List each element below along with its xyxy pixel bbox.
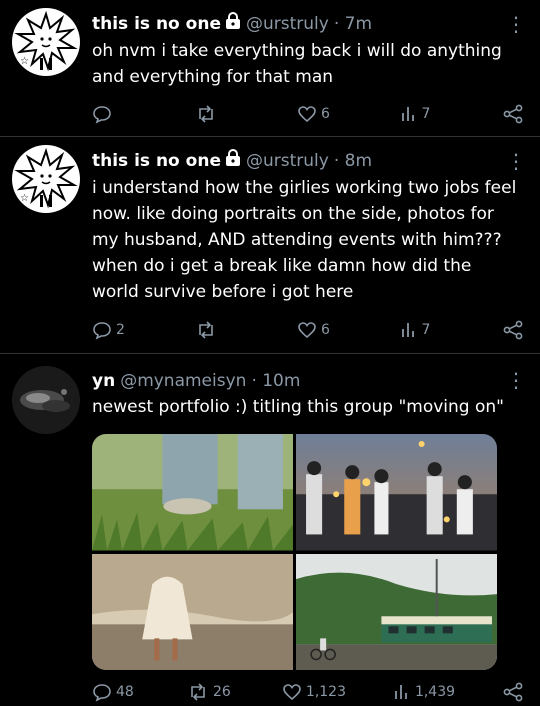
reply-count: 2	[116, 322, 125, 338]
action-bar: 2 6 7	[92, 320, 524, 340]
like-count: 6	[321, 106, 330, 122]
tweet[interactable]: ☆ this is no one @urstruly · 7m oh nvm i…	[0, 0, 540, 137]
retweet-button[interactable]	[195, 104, 243, 124]
sparklers-at-dusk-photo[interactable]	[296, 434, 497, 551]
tweet[interactable]: yn @mynameisyn · 10m newest portfolio :)…	[0, 354, 540, 706]
display-name[interactable]: this is no one	[92, 150, 221, 172]
avatar[interactable]: ☆	[12, 8, 80, 76]
heart-icon	[283, 684, 301, 701]
tweet-text: newest portfolio :) titling this group "…	[92, 397, 504, 417]
views-icon	[401, 107, 414, 121]
avatar[interactable]: ☆	[12, 145, 80, 213]
reply-icon	[93, 322, 111, 340]
timestamp[interactable]: · 7m	[334, 13, 372, 35]
view-count: 7	[421, 322, 431, 338]
tweet-text: oh nvm i take everything back i will do …	[92, 41, 502, 87]
timestamp[interactable]: · 10m	[251, 370, 300, 392]
like-count: 6	[321, 322, 330, 338]
svg-text:☆: ☆	[20, 56, 29, 67]
reply-icon	[93, 106, 111, 124]
user-handle[interactable]: @mynameisyn	[120, 370, 246, 392]
share-icon	[503, 104, 523, 124]
grass-with-legs-photo[interactable]	[92, 434, 293, 551]
svg-text:☆: ☆	[20, 193, 29, 204]
walking-on-beach-photo[interactable]	[92, 553, 293, 670]
reply-button[interactable]: 48	[92, 682, 140, 702]
views-icon	[401, 323, 414, 337]
display-name[interactable]: this is no one	[92, 13, 221, 35]
tweet-header: yn @mynameisyn · 10m	[92, 370, 522, 392]
user-handle[interactable]: @urstruly	[246, 13, 329, 35]
user-handle[interactable]: @urstruly	[246, 150, 329, 172]
views-button[interactable]: 1,439	[393, 682, 455, 702]
retweet-button[interactable]	[195, 320, 243, 340]
retweet-count: 26	[212, 684, 231, 700]
display-name[interactable]: yn	[92, 370, 115, 392]
reply-icon	[93, 684, 111, 702]
retweet-icon	[191, 683, 205, 701]
retweet-button[interactable]: 26	[187, 682, 235, 702]
lock-icon	[225, 149, 241, 173]
retweet-icon	[198, 105, 213, 123]
share-icon	[503, 320, 523, 340]
more-icon[interactable]: ⋮	[506, 14, 526, 34]
lock-icon	[225, 12, 241, 36]
views-button[interactable]: 7	[400, 320, 448, 340]
share-button[interactable]	[502, 320, 524, 340]
views-button[interactable]: 7	[400, 104, 448, 124]
more-icon[interactable]: ⋮	[506, 370, 526, 390]
avatar[interactable]	[12, 366, 80, 434]
retweet-icon	[198, 321, 213, 339]
reply-count: 48	[116, 684, 134, 700]
green-train-photo[interactable]	[296, 553, 497, 670]
tweet-header: this is no one @urstruly · 8m	[92, 149, 522, 173]
view-count: 7	[421, 106, 431, 122]
media-grid[interactable]	[92, 434, 497, 670]
heart-icon	[298, 106, 316, 123]
share-button[interactable]	[502, 104, 524, 124]
like-button[interactable]: 1,123	[282, 682, 346, 702]
action-bar: 6 7	[92, 104, 524, 124]
views-icon	[395, 685, 407, 699]
more-icon[interactable]: ⋮	[506, 151, 526, 171]
share-icon	[503, 682, 523, 702]
heart-icon	[298, 322, 316, 339]
share-button[interactable]	[502, 682, 524, 702]
action-bar: 48 26 1,123 1,439	[92, 682, 524, 702]
like-button[interactable]: 6	[297, 104, 345, 124]
tweet-text: i understand how the girlies working two…	[92, 178, 517, 302]
reply-button[interactable]	[92, 104, 140, 124]
tweet[interactable]: ☆ this is no one @urstruly · 8m i unders…	[0, 137, 540, 354]
tweet-header: this is no one @urstruly · 7m	[92, 12, 522, 36]
like-count: 1,123	[305, 684, 346, 700]
reply-button[interactable]: 2	[92, 320, 140, 340]
timestamp[interactable]: · 8m	[334, 150, 372, 172]
like-button[interactable]: 6	[297, 320, 345, 340]
view-count: 1,439	[414, 684, 456, 700]
